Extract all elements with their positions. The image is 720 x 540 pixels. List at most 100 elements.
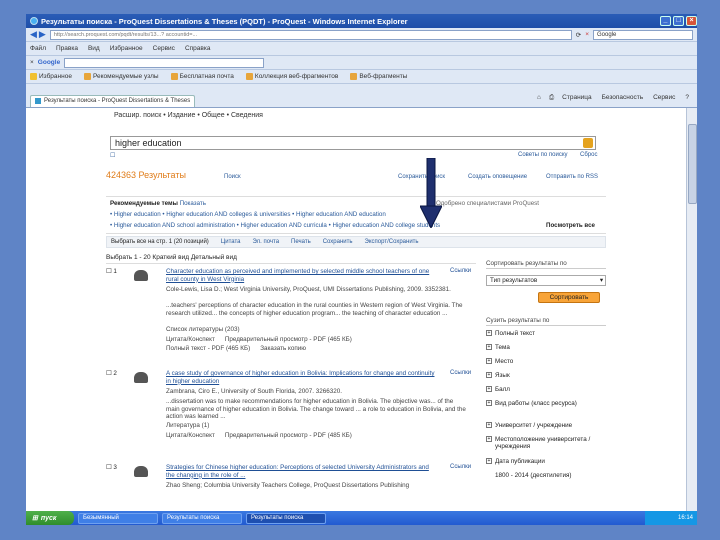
preview-link[interactable]: Предварительный просмотр - PDF (485 КБ) [225, 432, 352, 440]
menu-edit[interactable]: Правка [56, 45, 78, 52]
refresh-icon[interactable]: ⟳ [576, 31, 581, 39]
result-links-2: Полный текст - PDF (465 КБ) Заказать коп… [166, 345, 466, 353]
filter-location[interactable]: + Место [486, 358, 606, 368]
cite-action[interactable]: Цитата [221, 239, 241, 245]
filter-university[interactable]: + Университет / учреждение [486, 422, 606, 432]
page-menu[interactable]: Страница [562, 94, 591, 102]
scroll-thumb[interactable] [688, 124, 697, 204]
result-author: Zhao Sheng; Columbia University Teachers… [166, 482, 410, 489]
abstract-link[interactable]: Цитата/Конспект [166, 336, 215, 344]
search-input[interactable]: higher education [110, 136, 596, 150]
result-refs[interactable]: Список литературы (203) [166, 326, 466, 334]
recommended-note: Одобрено специалистами ProQuest [436, 200, 539, 207]
help-icon[interactable]: ? [685, 94, 689, 102]
print-icon[interactable]: ⎙ [549, 94, 554, 102]
result-full-link[interactable]: Ссылки [450, 464, 471, 472]
browser-chrome: ◀ ▶ http://search.proquest.com/pqdt/resu… [26, 28, 697, 108]
recommended-show[interactable]: Показать [180, 200, 206, 207]
search-square-icon[interactable]: ☐ [110, 152, 115, 159]
export-action[interactable]: Экспорт/Сохранить [365, 239, 419, 245]
filter-date[interactable]: + Дата публикации [486, 458, 606, 468]
abstract-link[interactable]: Цитата/Конспект [166, 432, 215, 440]
address-toolbar: ◀ ▶ http://search.proquest.com/pqdt/resu… [26, 28, 697, 42]
safety-menu[interactable]: Безопасность [602, 94, 643, 102]
result-title[interactable]: Character education as perceived and imp… [166, 268, 436, 283]
browser-search-input[interactable]: Google [593, 29, 693, 40]
google-search-input[interactable] [64, 57, 265, 68]
filter-label: Сузить результаты по [486, 317, 606, 326]
task-item[interactable]: Безымянный [78, 512, 158, 524]
filter-work-type[interactable]: + Вид работы (класс ресурса) [486, 400, 606, 418]
menu-view[interactable]: Вид [88, 45, 100, 52]
menu-file[interactable]: Файл [30, 45, 46, 52]
clock: 16:14 [677, 515, 693, 521]
select-all[interactable]: Выбрать все на стр. 1 (20 позиций) [111, 239, 209, 245]
result-title[interactable]: Strategies for Chinese higher education:… [166, 464, 436, 479]
fav-link-4[interactable]: Веб-фрагменты [350, 73, 407, 80]
rss-link[interactable]: Отправить по RSS [546, 174, 598, 180]
result-title[interactable]: A case study of governance of higher edu… [166, 370, 436, 385]
windows-logo-icon: ⊞ [32, 515, 38, 522]
vertical-scrollbar[interactable] [686, 108, 697, 511]
tab-results[interactable]: Результаты поиска - ProQuest Dissertatio… [30, 94, 196, 107]
back-icon[interactable]: ◀ [30, 29, 37, 40]
sort-label: Сортировать результаты по [486, 260, 606, 269]
address-bar[interactable]: http://search.proquest.com/pqdt/results/… [49, 29, 572, 40]
result-item: ☐ 1 Character education as perceived and… [106, 268, 476, 358]
view-all-link[interactable]: Посмотреть все [546, 222, 595, 229]
result-full-link[interactable]: Ссылки [450, 370, 471, 378]
result-number[interactable]: ☐ 3 [106, 464, 117, 472]
recommended-line-2[interactable]: • Higher education AND school administra… [110, 222, 530, 229]
email-action[interactable]: Эл. почта [253, 239, 280, 245]
sort-select[interactable]: Тип результатов ▾ [486, 275, 606, 286]
start-button[interactable]: ⊞ пуск [26, 511, 74, 525]
forward-icon[interactable]: ▶ [39, 29, 46, 40]
dissertation-cap-icon [134, 372, 148, 383]
minimize-button[interactable]: _ [660, 16, 671, 26]
result-snippet: ...teachers' perceptions of character ed… [166, 302, 463, 317]
favorites-star-icon[interactable]: Избранное [30, 73, 72, 80]
expand-icon: + [486, 386, 492, 392]
filter-university-location[interactable]: + Местоположение университета / учреждени… [486, 436, 606, 454]
result-links: Цитата/Конспект Предварительный просмотр… [166, 336, 466, 344]
preview-link[interactable]: Предварительный просмотр - PDF (465 КБ) [225, 336, 352, 344]
fav-link-3[interactable]: Коллекция веб-фрагментов [245, 73, 338, 80]
selection-bar[interactable]: Выбрать 1 - 20 Краткий вид Детальный вид [106, 254, 476, 264]
fav-link-2[interactable]: Бесплатная почта [170, 73, 234, 80]
stop-icon[interactable]: × [585, 31, 589, 38]
fulltext-link[interactable]: Полный текст - PDF (465 КБ) [166, 345, 250, 353]
results-search-link[interactable]: Поиск [224, 174, 241, 180]
fav-link-1[interactable]: Рекомендуемые узлы [83, 73, 159, 80]
print-action[interactable]: Печать [291, 239, 311, 245]
result-refs[interactable]: Литература (1) [166, 422, 466, 430]
filter-language[interactable]: + Язык [486, 372, 606, 382]
result-number[interactable]: ☐ 1 [106, 268, 117, 276]
result-number[interactable]: ☐ 2 [106, 370, 117, 378]
home-icon[interactable]: ⌂ [537, 94, 541, 102]
expand-icon: + [486, 344, 492, 350]
save-action[interactable]: Сохранить [323, 239, 353, 245]
menu-tools[interactable]: Сервис [153, 45, 175, 52]
recommended-label: Рекомендуемые темы [110, 200, 178, 207]
search-icon[interactable] [583, 138, 593, 148]
close-toolbar-icon[interactable]: × [30, 59, 34, 66]
create-alert-link[interactable]: Создать оповещение [468, 174, 527, 180]
task-item[interactable]: Результаты поиска [162, 512, 242, 524]
search-tips-link[interactable]: Советы по поиску [518, 152, 568, 158]
top-nav[interactable]: Расшир. поиск • Издание • Общее • Сведен… [114, 112, 263, 119]
result-full-link[interactable]: Ссылки [450, 268, 471, 276]
menu-favorites[interactable]: Избранное [110, 45, 143, 52]
sort-button[interactable]: Сортировать [538, 292, 600, 303]
expand-icon: + [486, 400, 492, 406]
maximize-button[interactable]: □ [673, 16, 684, 26]
close-button[interactable]: × [686, 16, 697, 26]
order-copy-link[interactable]: Заказать копию [260, 345, 306, 353]
recommended-line-1[interactable]: • Higher education • Higher education AN… [110, 211, 386, 218]
task-item[interactable]: Результаты поиска [246, 512, 326, 524]
filter-score[interactable]: + Балл [486, 386, 606, 396]
tools-menu[interactable]: Сервис [653, 94, 675, 102]
menu-help[interactable]: Справка [185, 45, 211, 52]
filter-subject[interactable]: + Тема [486, 344, 606, 354]
clear-link[interactable]: Сброс [580, 152, 597, 158]
filter-fulltext[interactable]: + Полный текст [486, 330, 606, 340]
